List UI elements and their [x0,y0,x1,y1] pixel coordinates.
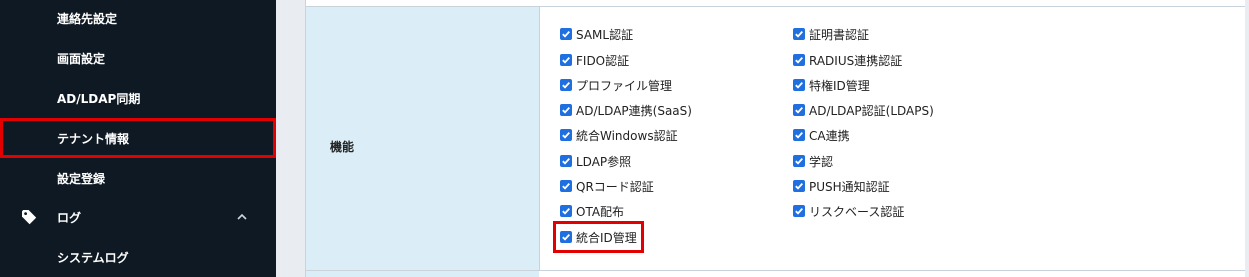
feature-label: QRコード認証 [576,179,654,194]
sidebar-item-settings-registration[interactable]: 設定登録 [0,158,276,198]
feature-label: PUSH通知認証 [809,179,890,194]
feature-label: LDAP参照 [576,154,632,169]
feature-fido-auth[interactable]: FIDO認証 [560,51,629,69]
checkbox-checked-icon[interactable] [793,28,805,40]
checkbox-checked-icon[interactable] [793,54,805,66]
feature-integrated-windows-auth[interactable]: 統合Windows認証 [560,126,678,144]
checkbox-checked-icon[interactable] [560,129,572,141]
feature-label: 統合ID管理 [576,230,637,245]
feature-label: FIDO認証 [576,53,630,68]
feature-label: リスクベース認証 [809,204,905,219]
sidebar-item-contact-settings[interactable]: 連絡先設定 [0,0,276,38]
sidebar-item-label: テナント情報 [57,131,130,146]
checkbox-checked-icon[interactable] [793,104,805,116]
checkbox-checked-icon[interactable] [560,231,572,243]
sidebar-item-ad-ldap-sync[interactable]: AD/LDAP同期 [0,78,276,118]
feature-label: 特権ID管理 [809,78,870,93]
sidebar-item-label: AD/LDAP同期 [57,91,141,106]
sidebar-item-tenant-info[interactable]: テナント情報 [0,118,276,158]
sidebar-item-label: 設定登録 [57,171,106,186]
checkbox-checked-icon[interactable] [560,205,572,217]
sidebar-item-label: システムログ [57,250,129,265]
feature-integrated-id-management[interactable]: 統合ID管理 [553,221,644,253]
feature-row-label: 機能 [330,140,355,154]
feature-push-notification-auth[interactable]: PUSH通知認証 [793,177,890,195]
feature-label: CA連携 [809,128,850,143]
feature-privileged-id-management[interactable]: 特権ID管理 [793,76,870,94]
checkbox-checked-icon[interactable] [560,180,572,192]
checkbox-checked-icon[interactable] [793,180,805,192]
tenant-info-panel: 機能 SAML認証 FIDO認証 プロファイル管理 AD/LDAP連携(SaaS… [305,0,1245,277]
sidebar-section-label: ログ [57,210,82,225]
sidebar-item-system-log[interactable]: システムログ [0,237,276,277]
feature-ca-integration[interactable]: CA連携 [793,126,850,144]
feature-row-label-cell: 機能 [306,7,540,270]
feature-ad-ldap-saas[interactable]: AD/LDAP連携(SaaS) [560,101,692,119]
feature-saml-auth[interactable]: SAML認証 [560,25,633,43]
sidebar-item-label: 画面設定 [57,51,106,66]
feature-profile-management[interactable]: プロファイル管理 [560,76,672,94]
feature-label: AD/LDAP連携(SaaS) [576,103,692,118]
feature-gakunin[interactable]: 学認 [793,152,833,170]
feature-label: RADIUS連携認証 [809,53,903,68]
feature-label: 統合Windows認証 [576,128,678,143]
feature-certificate-auth[interactable]: 証明書認証 [793,25,869,43]
feature-label: AD/LDAP認証(LDAPS) [809,103,934,118]
content-gutter [276,0,305,277]
feature-radius-auth[interactable]: RADIUS連携認証 [793,51,902,69]
checkbox-checked-icon[interactable] [793,155,805,167]
feature-ota-distribution[interactable]: OTA配布 [560,202,624,220]
sidebar-item-screen-settings[interactable]: 画面設定 [0,38,276,78]
feature-ad-ldap-ldaps[interactable]: AD/LDAP認証(LDAPS) [793,101,934,119]
checkbox-checked-icon[interactable] [560,104,572,116]
feature-label: プロファイル管理 [576,78,673,93]
feature-label: 証明書認証 [809,27,870,42]
checkbox-checked-icon[interactable] [793,205,805,217]
sidebar: 連絡先設定 画面設定 AD/LDAP同期 テナント情報 設定登録 ログ システム… [0,0,276,277]
checkbox-checked-icon[interactable] [560,28,572,40]
feature-ldap-reference[interactable]: LDAP参照 [560,152,631,170]
feature-risk-based-auth[interactable]: リスクベース認証 [793,202,904,220]
feature-label: SAML認証 [576,27,634,42]
checkbox-checked-icon[interactable] [793,79,805,91]
feature-label: 学認 [809,154,834,169]
checkbox-checked-icon[interactable] [560,155,572,167]
checkbox-checked-icon[interactable] [560,79,572,91]
sidebar-section-log[interactable]: ログ [0,197,276,237]
feature-label: OTA配布 [576,204,625,219]
checkbox-checked-icon[interactable] [793,129,805,141]
tag-icon [21,209,37,225]
sidebar-item-label: 連絡先設定 [57,11,118,26]
chevron-up-icon[interactable] [236,211,248,223]
checkbox-checked-icon[interactable] [560,54,572,66]
next-row-label-cell [306,271,539,277]
feature-qr-code-auth[interactable]: QRコード認証 [560,177,654,195]
